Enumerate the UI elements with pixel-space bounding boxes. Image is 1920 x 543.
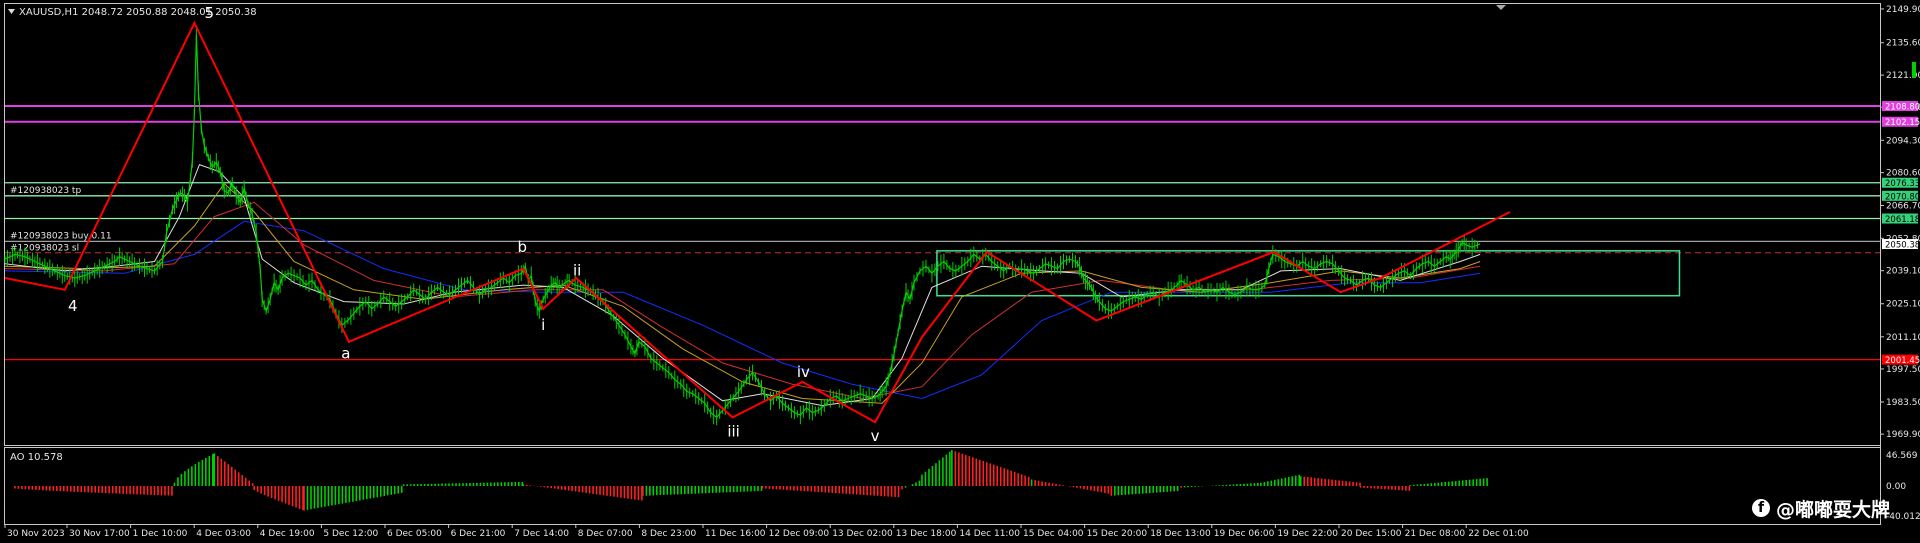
time-tick-label: 20 Dec 15:00 bbox=[1341, 529, 1402, 539]
time-tick-label: 13 Dec 02:00 bbox=[832, 529, 893, 539]
price-tick-label: 2080.60 bbox=[1886, 169, 1920, 179]
last-price-text: 2050.38 bbox=[1885, 241, 1920, 251]
wave-label: i bbox=[541, 316, 545, 334]
price-tick-label: 2066.70 bbox=[1886, 201, 1920, 211]
time-tick-label: 22 Dec 01:00 bbox=[1468, 529, 1529, 539]
ao-scale-bottom: -40.012 bbox=[1886, 512, 1920, 522]
watermark-text: @嘟嘟耍大牌 bbox=[1776, 499, 1891, 521]
time-tick-label: 8 Dec 07:00 bbox=[578, 529, 633, 539]
time-tick-label: 4 Dec 03:00 bbox=[196, 529, 251, 539]
wave-label: a bbox=[341, 344, 350, 362]
ao-label: AO 10.578 bbox=[10, 452, 63, 463]
price-tick-label: 2039.10 bbox=[1886, 267, 1920, 277]
level-tag-text: 2102.15 bbox=[1885, 118, 1920, 128]
time-tick-label: 4 Dec 19:00 bbox=[260, 529, 315, 539]
price-chart[interactable]: #120938023 tp#120938023 buy 0.11#1209380… bbox=[0, 0, 1920, 543]
time-tick-label: 18 Dec 13:00 bbox=[1150, 529, 1211, 539]
symbol-info: XAUUSD,H1 2048.72 2050.88 2048.01 2050.3… bbox=[19, 7, 257, 18]
time-tick-label: 14 Dec 11:00 bbox=[959, 529, 1020, 539]
wave-label: iv bbox=[797, 363, 810, 381]
time-tick-label: 8 Dec 23:00 bbox=[641, 529, 696, 539]
price-tick-label: 1983.50 bbox=[1886, 398, 1920, 408]
price-tick-label: 1997.50 bbox=[1886, 365, 1920, 375]
level-tag-text: 2001.45 bbox=[1885, 356, 1920, 366]
time-tick-label: 30 Nov 2023 bbox=[7, 529, 65, 539]
time-tick-label: 19 Dec 06:00 bbox=[1214, 529, 1275, 539]
time-tick-label: 11 Dec 16:00 bbox=[705, 529, 766, 539]
wave-label: 4 bbox=[68, 297, 78, 315]
level-tag-text: 2070.80 bbox=[1885, 192, 1920, 202]
level-tag-text: 2061.18 bbox=[1885, 215, 1920, 225]
time-tick-label: 19 Dec 22:00 bbox=[1277, 529, 1338, 539]
time-tick-label: 13 Dec 18:00 bbox=[896, 529, 957, 539]
price-tick-label: 2011.10 bbox=[1886, 333, 1920, 343]
price-tick-label: 1969.90 bbox=[1886, 430, 1920, 440]
wave-label: b bbox=[518, 238, 528, 256]
time-tick-label: 21 Dec 08:00 bbox=[1405, 529, 1466, 539]
level-label: #120938023 tp bbox=[10, 186, 81, 196]
scroll-indicator[interactable] bbox=[1912, 62, 1916, 78]
facebook-icon: f bbox=[1752, 499, 1770, 517]
wave-label: v bbox=[871, 427, 880, 445]
time-tick-label: 6 Dec 05:00 bbox=[387, 529, 442, 539]
price-tick-label: 2149.90 bbox=[1886, 5, 1920, 15]
time-tick-label: 15 Dec 04:00 bbox=[1023, 529, 1084, 539]
price-tick-label: 2094.30 bbox=[1886, 136, 1920, 146]
wave-label: iii bbox=[727, 422, 740, 440]
level-label: #120938023 buy 0.11 bbox=[10, 231, 112, 241]
ao-scale-zero: 0.00 bbox=[1886, 482, 1906, 492]
ao-scale-top: 46.569 bbox=[1886, 451, 1918, 461]
time-tick-label: 7 Dec 14:00 bbox=[514, 529, 569, 539]
time-tick-label: 30 Nov 17:00 bbox=[69, 529, 130, 539]
time-tick-label: 1 Dec 10:00 bbox=[133, 529, 188, 539]
price-tick-label: 2025.10 bbox=[1886, 300, 1920, 310]
price-tick-label: 2135.60 bbox=[1886, 39, 1920, 49]
time-tick-label: 5 Dec 12:00 bbox=[323, 529, 378, 539]
time-tick-label: 12 Dec 09:00 bbox=[769, 529, 830, 539]
wave-label: ii bbox=[573, 262, 581, 280]
time-tick-label: 6 Dec 21:00 bbox=[451, 529, 506, 539]
level-tag-text: 2076.33 bbox=[1885, 179, 1920, 189]
time-tick-label: 15 Dec 20:00 bbox=[1087, 529, 1148, 539]
level-tag-text: 2108.80 bbox=[1885, 103, 1920, 113]
